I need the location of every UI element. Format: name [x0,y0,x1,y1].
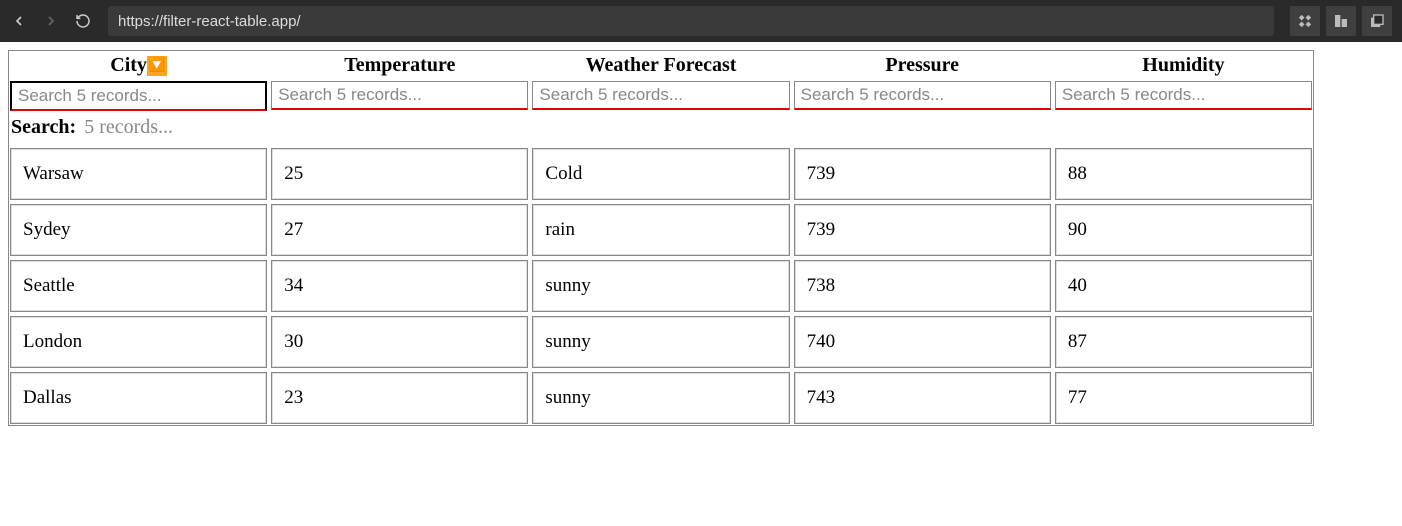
cell-pressure: 739 [794,148,1051,200]
column-filter-pressure[interactable] [794,81,1051,110]
cell-forecast: sunny [532,372,789,424]
global-search-label: Search: [11,116,76,139]
cell-pressure: 740 [794,316,1051,368]
sort-desc-icon[interactable]: 🔽 [147,56,167,76]
cell-temperature: 27 [271,204,528,256]
table-body: Warsaw 25 Cold 739 88 Sydey 27 rain 739 … [9,147,1313,425]
column-label: Temperature [271,52,528,81]
cell-temperature: 23 [271,372,528,424]
column-header-forecast[interactable]: Weather Forecast [532,52,789,111]
data-table: City 🔽 Temperature Weather Forecast [8,50,1314,426]
cell-temperature: 25 [271,148,528,200]
url-text: https://filter-react-table.app/ [118,13,301,30]
column-header-temperature[interactable]: Temperature [271,52,528,111]
cell-forecast: Cold [532,148,789,200]
column-label: City 🔽 [10,52,267,81]
cell-humidity: 40 [1055,260,1312,312]
table-row: Seattle 34 sunny 738 40 [10,260,1312,312]
cell-forecast: sunny [532,260,789,312]
table-header-row: City 🔽 Temperature Weather Forecast [9,51,1313,112]
extension-button-2[interactable] [1326,6,1356,36]
table-row: Sydey 27 rain 739 90 [10,204,1312,256]
cell-temperature: 34 [271,260,528,312]
reload-button[interactable] [74,12,92,30]
column-header-city[interactable]: City 🔽 [10,52,267,111]
cell-city: Sydey [10,204,267,256]
chrome-right-controls [1290,6,1392,36]
url-bar[interactable]: https://filter-react-table.app/ [108,6,1274,36]
cell-forecast: sunny [532,316,789,368]
column-label: Pressure [794,52,1051,81]
cell-forecast: rain [532,204,789,256]
column-label: Weather Forecast [532,52,789,81]
nav-controls [10,12,92,30]
column-label-text: Humidity [1142,54,1224,77]
table-row: London 30 sunny 740 87 [10,316,1312,368]
cell-city: Dallas [10,372,267,424]
browser-chrome: https://filter-react-table.app/ [0,0,1402,42]
extension-button-3[interactable] [1362,6,1392,36]
column-label-text: Pressure [885,54,959,77]
column-filter-forecast[interactable] [532,81,789,110]
column-filter-city[interactable] [10,81,267,111]
page-content: City 🔽 Temperature Weather Forecast [0,42,1402,434]
column-filter-humidity[interactable] [1055,81,1312,110]
global-search-input[interactable] [84,116,1311,139]
cell-humidity: 87 [1055,316,1312,368]
cell-humidity: 90 [1055,204,1312,256]
column-label-text: City [110,54,147,77]
cell-city: Seattle [10,260,267,312]
table-row: Warsaw 25 Cold 739 88 [10,148,1312,200]
column-label-text: Weather Forecast [586,54,737,77]
column-label: Humidity [1055,52,1312,81]
cell-pressure: 743 [794,372,1051,424]
cell-temperature: 30 [271,316,528,368]
cell-city: Warsaw [10,148,267,200]
cell-humidity: 88 [1055,148,1312,200]
cell-city: London [10,316,267,368]
cell-pressure: 739 [794,204,1051,256]
cell-humidity: 77 [1055,372,1312,424]
back-button[interactable] [10,12,28,30]
table-row: Dallas 23 sunny 743 77 [10,372,1312,424]
forward-button[interactable] [42,12,60,30]
column-header-humidity[interactable]: Humidity [1055,52,1312,111]
global-search-row: Search: [9,112,1313,147]
column-filter-temperature[interactable] [271,81,528,110]
column-header-pressure[interactable]: Pressure [794,52,1051,111]
cell-pressure: 738 [794,260,1051,312]
extension-button-1[interactable] [1290,6,1320,36]
column-label-text: Temperature [344,54,455,77]
